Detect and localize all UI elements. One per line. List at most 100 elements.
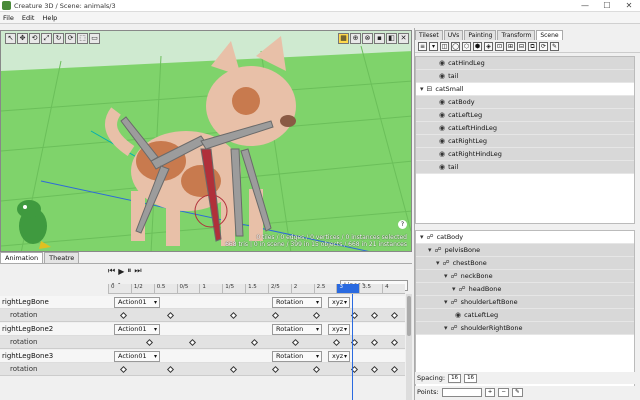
scene-tool-icon[interactable]: ⟳	[539, 41, 548, 51]
keyframe-icon[interactable]	[370, 365, 379, 374]
tree-item[interactable]: ▾ ☍ headBone	[416, 283, 634, 296]
keyframe-icon[interactable]	[119, 365, 128, 374]
scene-tool-icon[interactable]: ◈	[484, 41, 493, 51]
spacing-x-input[interactable]: 16	[448, 373, 462, 383]
expand-arrow-icon[interactable]: ▾	[420, 233, 424, 241]
property-select[interactable]: Rotation	[272, 323, 322, 335]
tree-item[interactable]: ▾ ☍ chestBone	[416, 257, 634, 270]
scene-tool-icon[interactable]: ▾	[429, 41, 438, 51]
expand-arrow-icon[interactable]: ▾	[436, 259, 440, 267]
keyframe-icon[interactable]	[312, 365, 321, 374]
expand-arrow-icon[interactable]: ▾	[420, 85, 424, 93]
scene-tool-icon[interactable]: ◯	[451, 41, 460, 51]
tab-tileset[interactable]: Tileset	[415, 30, 443, 40]
tree-item[interactable]: ◉ catLeftLeg	[416, 109, 634, 122]
box-tool[interactable]: ▭	[89, 33, 100, 44]
tab-transform[interactable]: Transform	[497, 30, 536, 40]
tab-uvs[interactable]: UVs	[443, 30, 464, 40]
axis-select[interactable]: xyz	[328, 296, 350, 308]
redo-tool[interactable]: ⟳	[65, 33, 76, 44]
scene-tool-icon[interactable]: ≡	[418, 41, 427, 51]
expand-arrow-icon[interactable]: ▾	[444, 324, 448, 332]
tree-item[interactable]: ◉ catRightLeg	[416, 135, 634, 148]
add-icon[interactable]: ⊕	[350, 33, 361, 44]
tree-item[interactable]: ▾ ☍ catBody	[416, 231, 634, 244]
tree-item[interactable]: ◉ catHindLeg	[416, 57, 634, 70]
property-track[interactable]: rotation	[0, 363, 405, 376]
spacing-y-input[interactable]: 16	[464, 373, 478, 383]
property-track[interactable]: rotation	[0, 309, 405, 322]
close-view-icon[interactable]: ✕	[398, 33, 409, 44]
frame-tool[interactable]: ⬚	[77, 33, 88, 44]
tree-item[interactable]: ▾ ☍ pelvisBone	[416, 244, 634, 257]
menu-file[interactable]: File	[3, 14, 14, 22]
skip-start-icon[interactable]: ⏮	[108, 266, 115, 276]
tab-theatre[interactable]: Theatre	[44, 252, 80, 263]
tab-painting[interactable]: Painting	[464, 30, 497, 40]
remove-icon[interactable]: ⊗	[362, 33, 373, 44]
pause-icon[interactable]: ⏸	[127, 266, 131, 276]
timeline-scrollbar[interactable]	[406, 294, 412, 400]
close-button[interactable]: ✕	[618, 1, 640, 10]
minimize-button[interactable]: —	[574, 1, 596, 10]
tree-item[interactable]: ◉ catLeftLeg	[416, 309, 634, 322]
points-add-icon[interactable]: +	[484, 387, 496, 397]
bone-track[interactable]: rightLegBone3 Action01 Rotation xyz	[0, 350, 405, 363]
tree-item[interactable]: ◉ tail	[416, 70, 634, 83]
keyframe-icon[interactable]	[271, 365, 280, 374]
tree-item[interactable]: ▾ ☍ shoulderLeftBone	[416, 296, 634, 309]
tree-item[interactable]: ◉ catLeftHindLeg	[416, 122, 634, 135]
points-edit-icon[interactable]: ✎	[511, 387, 523, 397]
keyframe-icon[interactable]	[312, 311, 321, 320]
points-remove-icon[interactable]: −	[498, 387, 509, 397]
keyframe-icon[interactable]	[166, 311, 175, 320]
keyframe-icon[interactable]	[291, 338, 300, 347]
keyframe-icon[interactable]	[271, 311, 280, 320]
scene-tree[interactable]: ◉ catHindLeg ◉ tail ▾ ⊟ catSmall ◉ catBody ◉ ca…	[415, 56, 635, 224]
action-select[interactable]: Action01	[114, 296, 160, 308]
keyframe-icon[interactable]	[390, 338, 399, 347]
maximize-button[interactable]: ☐	[596, 1, 618, 10]
action-select[interactable]: Action01	[114, 350, 160, 362]
keyframe-icon[interactable]	[119, 311, 128, 320]
keyframe-icon[interactable]	[145, 338, 154, 347]
expand-arrow-icon[interactable]: ▾	[444, 272, 448, 280]
scene-tool-icon[interactable]: ◫	[440, 41, 449, 51]
keyframe-icon[interactable]	[390, 365, 399, 374]
property-select[interactable]: Rotation	[272, 350, 322, 362]
orbit-tool[interactable]: ↻	[53, 33, 64, 44]
tab-scene[interactable]: Scene	[536, 30, 563, 40]
solid-icon[interactable]: ▪	[374, 33, 385, 44]
scene-tool-icon[interactable]: ⬡	[462, 41, 471, 51]
keyframe-icon[interactable]	[229, 365, 238, 374]
keyframe-icon[interactable]	[390, 311, 399, 320]
play-icon[interactable]: ▶	[118, 267, 124, 276]
keyframe-icon[interactable]	[370, 311, 379, 320]
menu-help[interactable]: Help	[42, 14, 57, 22]
axis-select[interactable]: xyz	[328, 323, 350, 335]
tab-animation[interactable]: Animation	[0, 252, 44, 263]
menu-edit[interactable]: Edit	[22, 14, 35, 22]
scene-tool-icon[interactable]: ⧉	[528, 41, 537, 51]
keyframe-icon[interactable]	[188, 338, 197, 347]
grid-icon[interactable]: ▦	[338, 33, 349, 44]
keyframe-icon[interactable]	[166, 365, 175, 374]
tree-item[interactable]: ◉ tail	[416, 161, 634, 174]
tree-item[interactable]: ▾ ☍ shoulderRightBone	[416, 322, 634, 335]
bone-track[interactable]: rightLegBone Action01 Rotation xyz	[0, 296, 405, 309]
scene-tool-icon[interactable]: ✎	[550, 41, 559, 51]
points-select[interactable]	[441, 387, 482, 397]
scale-tool[interactable]: ⤢	[41, 33, 52, 44]
playhead[interactable]	[352, 294, 353, 400]
3d-viewport[interactable]: ↖ ✥ ⟲ ⤢ ↻ ⟳ ⬚ ▭ ▦ ⊕ ⊗ ▪ ◧ ✕ ? 0 tiles / …	[0, 30, 412, 252]
tree-item[interactable]: ▾ ⊟ catSmall	[416, 83, 634, 96]
tree-item[interactable]: ◉ catBody	[416, 96, 634, 109]
rotate-tool[interactable]: ⟲	[29, 33, 40, 44]
expand-arrow-icon[interactable]: ▾	[444, 298, 448, 306]
select-tool[interactable]: ↖	[5, 33, 16, 44]
help-badge[interactable]: ?	[398, 220, 407, 229]
property-track[interactable]: rotation	[0, 336, 405, 349]
scene-tool-icon[interactable]: ⊡	[495, 41, 504, 51]
property-select[interactable]: Rotation	[272, 296, 322, 308]
skip-end-icon[interactable]: ⏭	[134, 266, 141, 276]
